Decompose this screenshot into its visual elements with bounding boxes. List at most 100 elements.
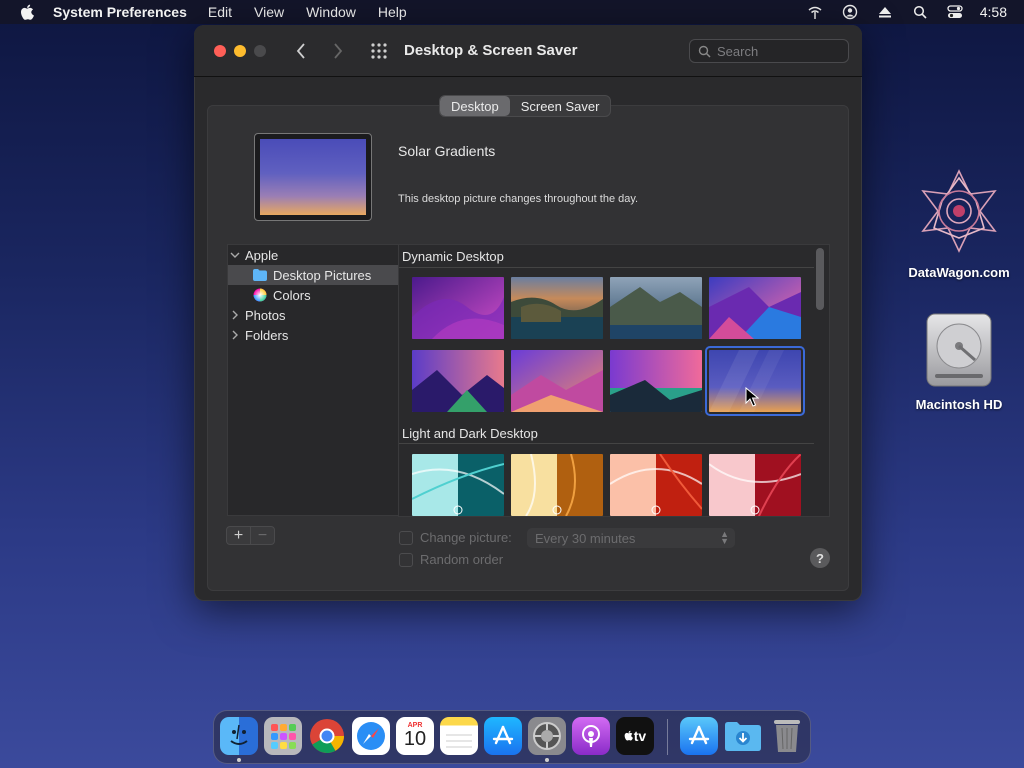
wallpaper-thumb-valley[interactable]: [412, 350, 504, 412]
tab-switcher: Desktop Screen Saver: [439, 95, 612, 117]
desktop-icon-label: Macintosh HD: [915, 397, 1003, 412]
dock-podcasts-icon[interactable]: [572, 717, 610, 755]
dock-system-preferences-icon[interactable]: [528, 717, 566, 755]
grid-scrollbar[interactable]: [816, 248, 824, 310]
search-icon: [698, 45, 711, 58]
window-title: Desktop & Screen Saver: [404, 42, 578, 59]
sidebar-item-label: Folders: [245, 327, 289, 343]
wallpaper-thumb-light-dark-teal[interactable]: [412, 454, 504, 516]
menu-bar: System Preferences Edit View Window Help…: [0, 0, 1024, 24]
back-button[interactable]: [292, 41, 310, 61]
wallpaper-description: This desktop picture changes throughout …: [398, 193, 639, 205]
chevron-right-icon: [334, 43, 343, 59]
minimize-window-button[interactable]: [234, 45, 246, 57]
menu-edit[interactable]: Edit: [208, 4, 232, 20]
help-button[interactable]: ?: [810, 548, 830, 568]
wallpaper-thumb-mountains[interactable]: [511, 350, 603, 412]
control-center-icon[interactable]: [945, 2, 965, 22]
change-picture-label: Change picture:: [420, 530, 512, 545]
hard-drive-icon: [926, 313, 992, 387]
change-picture-checkbox[interactable]: [399, 530, 413, 545]
random-order-option[interactable]: Random order: [399, 552, 503, 567]
chevron-down-icon[interactable]: [228, 251, 242, 259]
menu-help[interactable]: Help: [378, 4, 407, 20]
dock-applications-folder-icon[interactable]: [680, 717, 718, 755]
wallpaper-grid: Dynamic Desktop Light and Dark Desktop: [398, 244, 830, 517]
calendar-day: 10: [403, 727, 427, 750]
interval-value: Every 30 minutes: [535, 530, 636, 546]
preferences-window: Desktop & Screen Saver Search Desktop Sc…: [194, 25, 862, 601]
color-wheel-icon: [253, 288, 267, 302]
dock: APR 10 tv: [213, 710, 811, 764]
sidebar-item-photos[interactable]: Photos: [228, 305, 398, 325]
menu-view[interactable]: View: [254, 4, 284, 20]
menu-window[interactable]: Window: [306, 4, 356, 20]
change-picture-option[interactable]: Change picture:: [399, 530, 512, 545]
source-list: Apple Desktop Pictures Colors Photos Fol…: [227, 244, 399, 516]
tab-screen-saver[interactable]: Screen Saver: [510, 96, 611, 116]
wallpaper-preview: [254, 133, 372, 221]
wallpaper-thumb-catalina[interactable]: [610, 277, 702, 339]
wallpaper-name: Solar Gradients: [398, 143, 496, 159]
spotlight-search-icon[interactable]: [910, 2, 930, 22]
folder-icon: [253, 269, 267, 281]
dock-app-store-icon[interactable]: [484, 717, 522, 755]
chevron-right-icon[interactable]: [228, 330, 242, 340]
tab-desktop[interactable]: Desktop: [440, 96, 510, 116]
add-remove-control: + −: [226, 526, 275, 545]
dock-launchpad-icon[interactable]: [264, 717, 302, 755]
interval-select[interactable]: Every 30 minutes ▲ ▼: [527, 528, 735, 548]
apple-logo-icon[interactable]: [17, 2, 37, 22]
dock-chrome-icon[interactable]: [308, 717, 346, 755]
sidebar-item-folders[interactable]: Folders: [228, 325, 398, 345]
wallpaper-thumb-monterey[interactable]: [412, 277, 504, 339]
dock-finder-icon[interactable]: [220, 717, 258, 755]
wallpaper-thumb-light-dark-yellow[interactable]: [511, 454, 603, 516]
dock-calendar-icon[interactable]: APR 10: [396, 717, 434, 755]
forward-button[interactable]: [329, 41, 347, 61]
search-placeholder: Search: [717, 43, 759, 59]
menu-app-name[interactable]: System Preferences: [53, 4, 187, 20]
eject-icon[interactable]: [875, 2, 895, 22]
dock-notes-icon[interactable]: [440, 717, 478, 755]
dock-safari-icon[interactable]: [352, 717, 390, 755]
random-order-label: Random order: [420, 552, 504, 567]
wallpaper-thumb-light-dark-red[interactable]: [709, 454, 801, 516]
sidebar-item-desktop-pictures[interactable]: Desktop Pictures: [228, 265, 398, 285]
sidebar-item-apple[interactable]: Apple: [228, 245, 398, 265]
select-arrows-icon: ▲ ▼: [720, 529, 729, 546]
desktop-icon-label: DataWagon.com: [908, 265, 1010, 280]
sidebar-item-label: Apple: [245, 247, 279, 263]
network-icon[interactable]: [805, 2, 825, 22]
wallpaper-thumb-light-dark-orange[interactable]: [610, 454, 702, 516]
menu-clock[interactable]: 4:58: [980, 4, 1007, 20]
user-account-icon[interactable]: [840, 2, 860, 22]
random-order-checkbox[interactable]: [399, 552, 413, 567]
wallpaper-thumb-big-sur-coast[interactable]: [511, 277, 603, 339]
dock-tv-icon[interactable]: tv: [616, 717, 654, 755]
tv-label: tv: [633, 728, 647, 744]
chevron-right-icon[interactable]: [228, 310, 242, 320]
add-folder-button[interactable]: +: [227, 527, 250, 544]
title-bar: Desktop & Screen Saver Search: [194, 25, 862, 77]
desktop-icon-datawagon[interactable]: DataWagon.com: [904, 166, 1014, 280]
sidebar-item-label: Photos: [245, 307, 286, 323]
wallpaper-thumb-big-sur-stylized[interactable]: [709, 277, 801, 339]
sidebar-item-colors[interactable]: Colors: [228, 285, 398, 305]
dock-trash-icon[interactable]: [768, 717, 806, 755]
dock-downloads-folder-icon[interactable]: [724, 717, 762, 755]
section-title-light-dark: Light and Dark Desktop: [402, 426, 538, 441]
show-all-button[interactable]: [369, 41, 389, 61]
zoom-window-button[interactable]: [254, 45, 266, 57]
remove-folder-button[interactable]: −: [250, 527, 274, 544]
section-title-dynamic: Dynamic Desktop: [402, 249, 504, 264]
apple-logo-icon: [624, 728, 633, 744]
sidebar-item-label: Desktop Pictures: [273, 267, 372, 283]
chevron-left-icon: [296, 43, 305, 59]
wallpaper-thumb-shore[interactable]: [610, 350, 702, 412]
grid-icon: [371, 43, 387, 59]
search-field[interactable]: Search: [689, 39, 849, 63]
close-window-button[interactable]: [214, 45, 226, 57]
mouse-cursor-icon: [745, 387, 759, 407]
desktop-icon-macintosh-hd[interactable]: Macintosh HD: [904, 312, 1014, 412]
